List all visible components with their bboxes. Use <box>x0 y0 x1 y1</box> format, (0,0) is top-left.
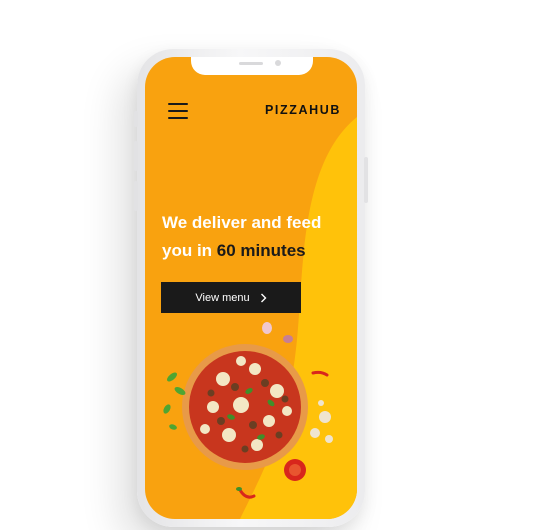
phone-volume-down <box>134 181 138 211</box>
phone-volume-up <box>134 141 138 171</box>
phone-screen: PIZZAHUB We deliver and feed you in 60 m… <box>145 57 357 519</box>
pizza-illustration <box>163 322 333 499</box>
phone-power-button <box>364 157 368 203</box>
phone-mockup: PIZZAHUB We deliver and feed you in 60 m… <box>134 49 368 527</box>
phone-side-button <box>134 111 138 127</box>
